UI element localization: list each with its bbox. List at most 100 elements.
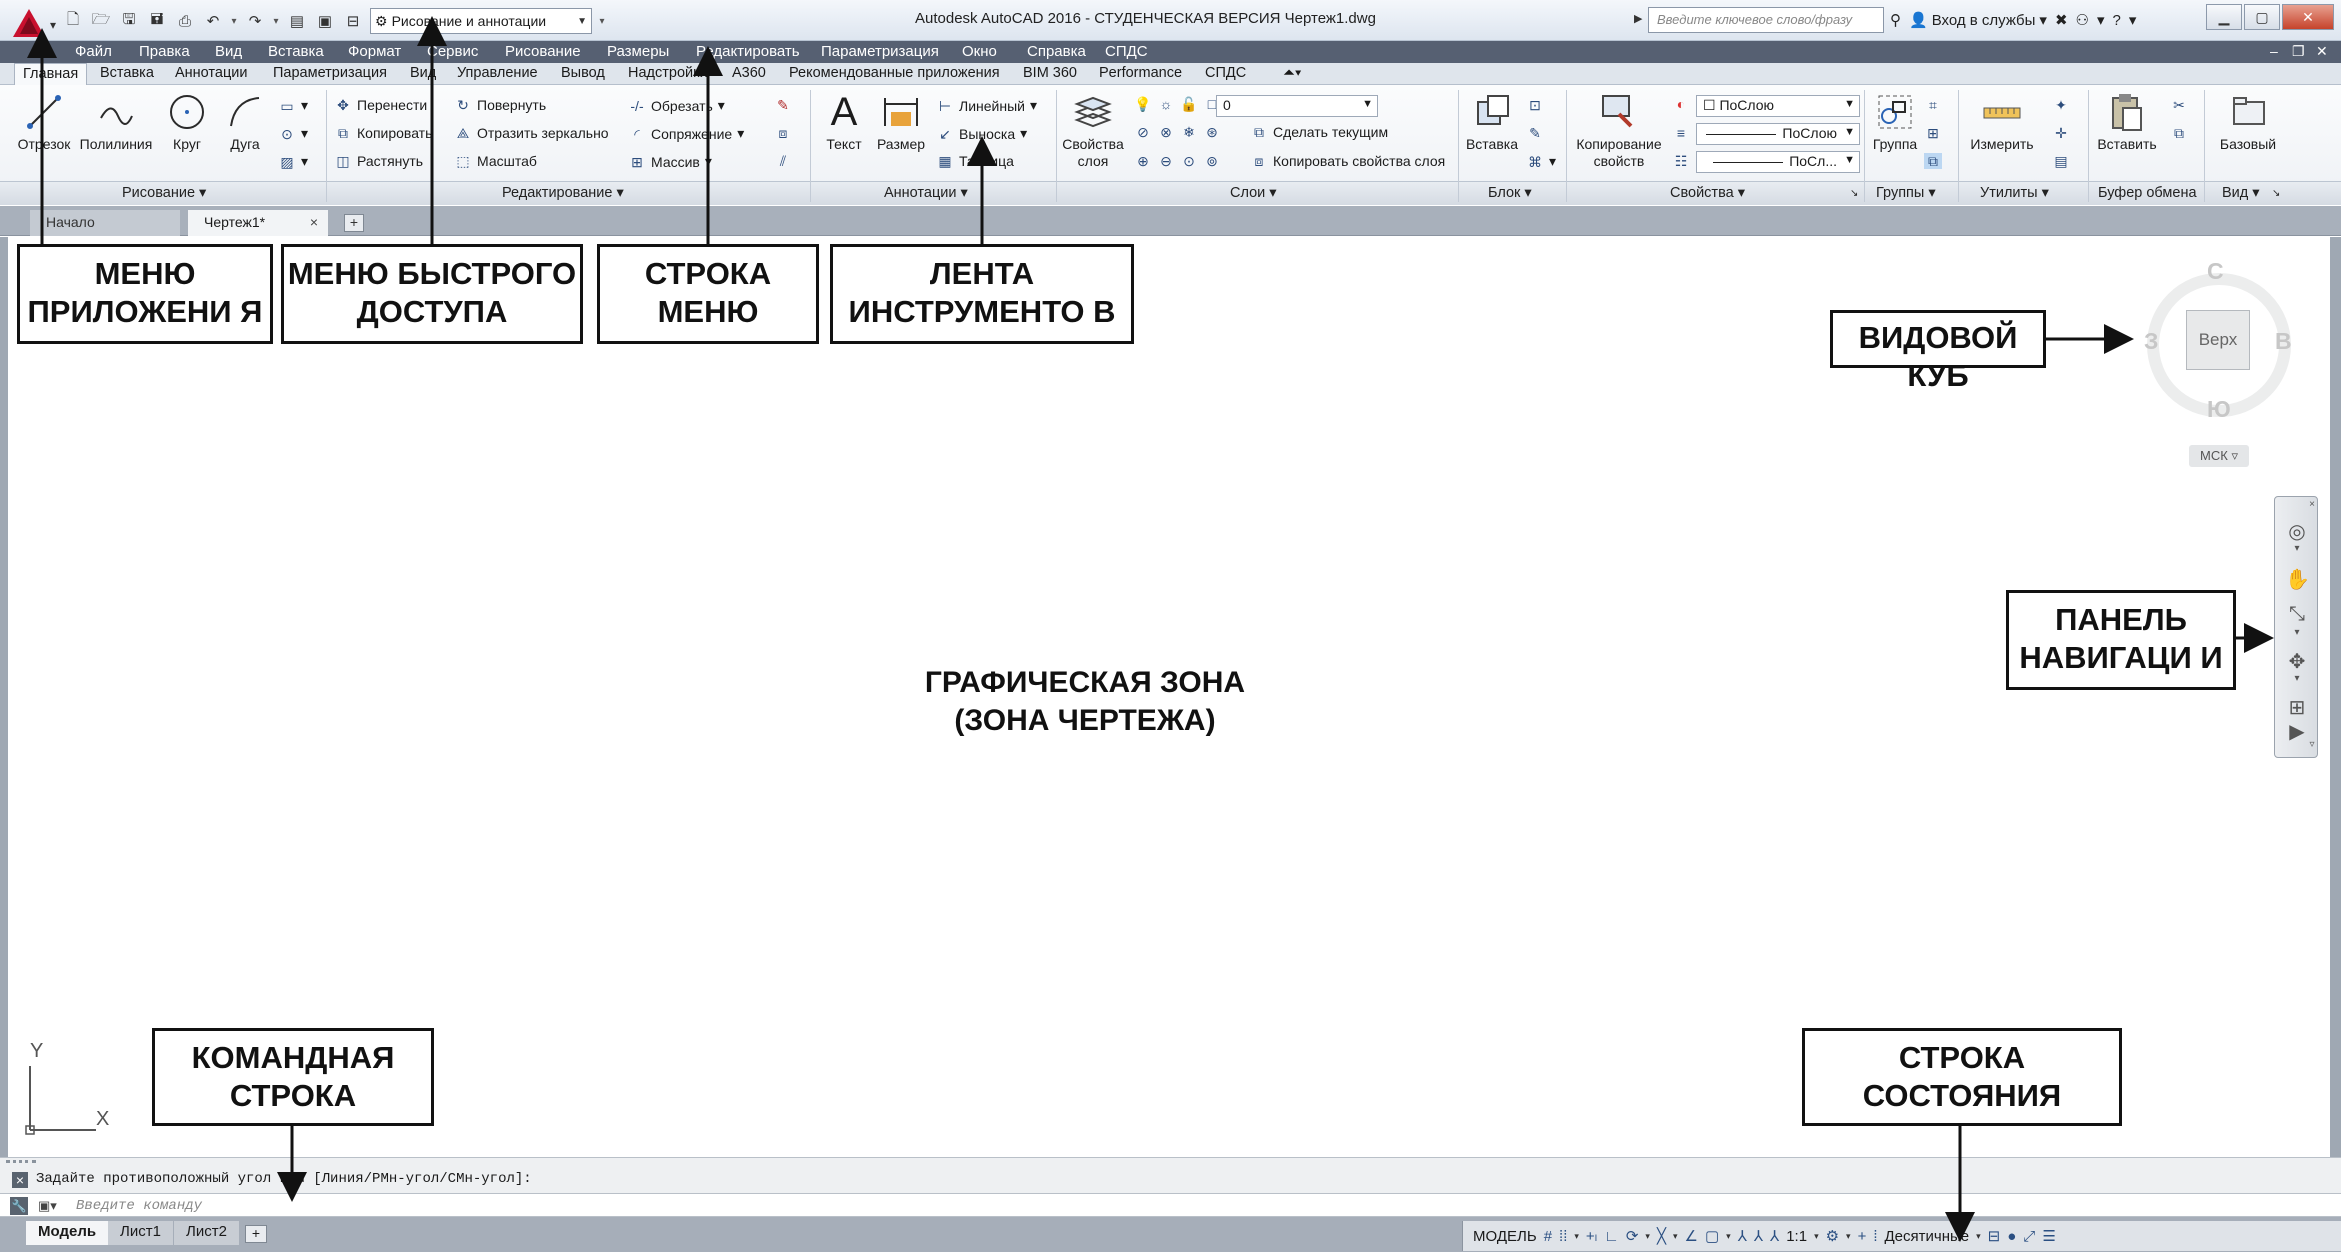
chevron-down-icon[interactable]: ▾	[2285, 543, 2309, 567]
annotation-scale-value[interactable]: 1:1	[1786, 1228, 1807, 1245]
menu-window[interactable]: Окно	[962, 43, 997, 60]
tab-a360[interactable]: A360	[732, 65, 766, 81]
ortho-icon[interactable]: ∟	[1604, 1228, 1619, 1245]
layout-tab-model[interactable]: Модель	[26, 1221, 109, 1245]
nav-options-icon[interactable]: ▿	[2307, 739, 2317, 763]
menu-edit[interactable]: Правка	[139, 43, 190, 60]
panel-annot-title[interactable]: Аннотации ▾	[884, 185, 968, 201]
chevron-down-icon[interactable]: ▾	[1645, 1231, 1650, 1242]
panel-props-title[interactable]: Свойства ▾	[1670, 185, 1745, 201]
orbit-icon[interactable]: ✥	[2285, 649, 2309, 673]
tab-performance[interactable]: Performance	[1099, 65, 1182, 81]
save-as-icon[interactable]: 🖬	[146, 10, 168, 32]
layer-select[interactable]: 0 ▼	[1216, 95, 1378, 117]
menu-format[interactable]: Формат	[348, 43, 401, 60]
insert-block-button[interactable]: Вставка	[1462, 92, 1522, 152]
compass-east[interactable]: В	[2275, 328, 2292, 355]
batch-plot-icon[interactable]: ⊟	[342, 10, 364, 32]
panel-view-title[interactable]: Вид ▾	[2222, 185, 2260, 201]
open-icon[interactable]: 🗁	[90, 10, 112, 32]
explode-button[interactable]: ⧈	[774, 125, 792, 141]
chevron-down-icon[interactable]: ▾	[2097, 11, 2105, 29]
chevron-down-icon[interactable]: ▾	[2129, 11, 2137, 29]
compass-north[interactable]: С	[2207, 258, 2224, 285]
play-icon[interactable]: ▶	[2285, 719, 2309, 743]
base-view-button[interactable]: Базовый	[2210, 92, 2286, 152]
menu-parametric[interactable]: Параметризация	[821, 43, 939, 60]
menu-dimension[interactable]: Размеры	[607, 43, 669, 60]
linear-dim-button[interactable]: ⊢ Линейный ▾	[936, 97, 1037, 114]
color-select[interactable]: ☐ ПоСлою ▼	[1696, 95, 1860, 117]
layout-tab-sheet1[interactable]: Лист1	[108, 1221, 173, 1245]
chevron-down-icon[interactable]: ▾	[1726, 1231, 1731, 1242]
panel-draw-title[interactable]: Рисование ▾	[122, 185, 206, 201]
attribute-button[interactable]: ⌘ ▾	[1526, 153, 1556, 170]
menu-draw[interactable]: Рисование	[505, 43, 581, 60]
chevron-down-icon[interactable]: ▾	[2285, 627, 2309, 651]
polyline-button[interactable]: Полилиния	[78, 92, 154, 152]
ucs-menu-button[interactable]: МСК ▿	[2189, 445, 2249, 467]
doc-restore-icon[interactable]: ❐	[2292, 43, 2305, 60]
edit-block-button[interactable]: ✎	[1526, 125, 1544, 141]
menu-spds[interactable]: СПДС	[1105, 43, 1148, 60]
file-tab-drawing1[interactable]: Чертеж1* ×	[188, 210, 328, 236]
object-snap-tracking-icon[interactable]: ∠	[1685, 1227, 1698, 1245]
workspace-select[interactable]: ⚙ Рисование и аннотации ▼	[370, 8, 592, 34]
annotation-monitor-icon[interactable]: +	[1858, 1228, 1867, 1245]
calculator-button[interactable]: ▤	[2052, 153, 2070, 169]
erase-button[interactable]: ✎	[774, 97, 792, 113]
grid-icon[interactable]: #	[1544, 1228, 1552, 1245]
match-properties-button[interactable]: Копирование свойств	[1572, 92, 1666, 170]
chevron-down-icon[interactable]: ▾	[1673, 1231, 1678, 1242]
tab-spds[interactable]: СПДС	[1205, 65, 1246, 81]
units-select[interactable]: Десятичные	[1885, 1228, 1970, 1245]
recent-commands-icon[interactable]: ▣▾	[38, 1198, 57, 1214]
showmotion-icon[interactable]: ⊞	[2285, 695, 2309, 719]
help-button[interactable]: ?	[2113, 12, 2121, 29]
chevron-down-icon[interactable]: ▾	[1976, 1231, 1981, 1242]
annotation-visibility-icon[interactable]: ⅄	[1738, 1227, 1747, 1245]
new-icon[interactable]: 🗋	[62, 10, 84, 32]
zoom-extents-icon[interactable]: ⤡	[2285, 603, 2309, 627]
panel-modify-title[interactable]: Редактирование ▾	[502, 185, 624, 201]
isodraft-icon[interactable]: ╳	[1657, 1227, 1666, 1245]
new-layout-button[interactable]: +	[245, 1225, 267, 1243]
tab-annotate[interactable]: Аннотации	[175, 65, 247, 81]
tab-home[interactable]: Главная	[14, 63, 88, 86]
ungroup-button[interactable]: ⌗	[1924, 97, 1942, 113]
menu-tools[interactable]: Сервис	[427, 43, 478, 60]
array-button[interactable]: ⊞ Массив ▾	[628, 153, 712, 170]
group-button[interactable]: Группа	[1870, 92, 1920, 152]
quick-properties-icon[interactable]: ⊟	[1988, 1227, 2001, 1245]
polar-icon[interactable]: ⟳	[1626, 1227, 1639, 1245]
offset-button[interactable]: ⫽	[774, 153, 792, 169]
dynamic-input-icon[interactable]: +ₗ	[1586, 1227, 1597, 1245]
rotate-button[interactable]: ↻ Повернуть	[454, 97, 546, 113]
layout-tab-sheet2[interactable]: Лист2	[174, 1221, 239, 1245]
copy-button[interactable]: ⧉ Копировать	[334, 125, 432, 141]
doc-close-icon[interactable]: ✕	[2316, 43, 2328, 60]
tab-featured-apps[interactable]: Рекомендованные приложения	[789, 65, 1000, 81]
customization-menu-icon[interactable]: ☰	[2042, 1227, 2055, 1245]
fillet-button[interactable]: ◜ Сопряжение ▾	[628, 125, 744, 142]
compass-south[interactable]: Ю	[2207, 396, 2231, 423]
arc-button[interactable]: Дуга	[222, 92, 268, 152]
command-line[interactable]: 🔧 ▣▾ Введите команду	[0, 1193, 2341, 1217]
point-button[interactable]: ✛	[2052, 125, 2070, 141]
panel-utils-title[interactable]: Утилиты ▾	[1980, 185, 2049, 201]
clean-screen-icon[interactable]: ⤢	[2023, 1228, 2035, 1245]
save-icon[interactable]: 🖫	[118, 10, 140, 32]
cut-button[interactable]: ✂	[2170, 97, 2188, 113]
a360-icon[interactable]: ⚇	[2076, 11, 2089, 29]
dimension-button[interactable]: Размер	[876, 92, 926, 152]
menu-modify[interactable]: Редактировать	[696, 43, 800, 60]
maximize-button[interactable]: ▢	[2244, 4, 2280, 30]
line-button[interactable]: Отрезок	[14, 92, 74, 152]
workspace-switch-icon[interactable]: ⚙	[1826, 1227, 1839, 1245]
isolate-objects-icon[interactable]: ●	[2007, 1228, 2016, 1245]
paste-button[interactable]: Вставить	[2094, 92, 2160, 152]
exchange-icon[interactable]: ✖	[2055, 11, 2068, 29]
command-input[interactable]: Введите команду	[76, 1198, 202, 1214]
customize-qat-icon[interactable]: ▾	[598, 16, 606, 27]
object-snap-icon[interactable]: ▢	[1705, 1227, 1719, 1245]
